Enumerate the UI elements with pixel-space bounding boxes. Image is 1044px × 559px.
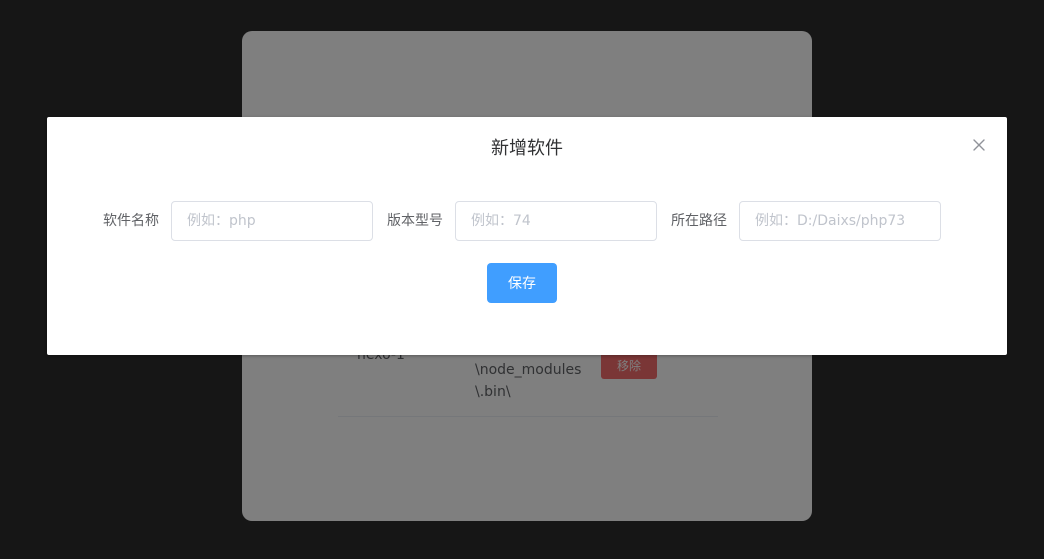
software-name-label: 软件名称 [103,213,159,229]
path-label: 所在路径 [671,213,727,229]
add-software-dialog: 新增软件 软件名称 版本型号 所在路径 保存 [47,117,1007,355]
software-name-input[interactable] [171,201,373,241]
version-label: 版本型号 [387,213,443,229]
dialog-title: 新增软件 [491,138,563,159]
save-button[interactable]: 保存 [487,263,557,303]
software-form: 软件名称 版本型号 所在路径 [103,201,963,241]
version-input[interactable] [455,201,657,241]
close-icon[interactable] [971,137,987,153]
path-input[interactable] [739,201,941,241]
